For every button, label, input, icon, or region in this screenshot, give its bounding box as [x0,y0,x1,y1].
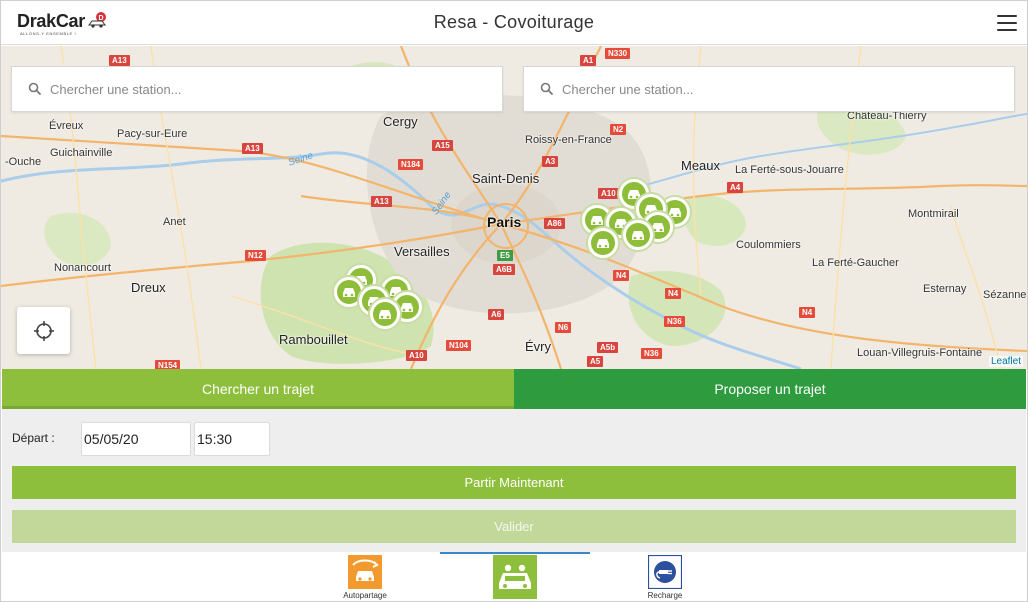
road-shield: N184 [398,159,424,170]
road-shield: E5 [497,250,513,261]
town-label: Saint-Denis [472,171,540,186]
search-icon [28,82,42,96]
town-label: Paris [487,214,522,230]
trip-form: Départ : 05/05/20 15:30 Partir Maintenan… [2,409,1026,552]
departure-label: Départ : [12,431,55,445]
carpool-car-icon [343,288,355,297]
town-label: Anet [163,216,186,228]
search-station-to[interactable] [523,66,1015,112]
town-label: Versailles [394,244,450,259]
top-header: DrakCar D ALLONS-Y ENSEMBLE ! Resa - Cov… [1,1,1027,45]
station-marker[interactable] [586,226,620,260]
town-label: Roissy-en-France [525,134,612,146]
town-label: Dreux [131,280,166,295]
road-shield: A10 [598,188,619,199]
road-shield: A4 [727,182,744,193]
town-label: Sézanne [983,289,1027,301]
town-label: La Ferté-sous-Jouarre [735,164,844,176]
road-shield: N4 [613,270,630,281]
town-label: Meaux [681,158,721,173]
search-input-to[interactable] [562,81,982,97]
carpool-icon [493,555,537,599]
nav-label: Autopartage [343,591,387,600]
road-shield: A10 [406,350,427,361]
bottom-nav: Autopartage Recharge [1,552,1027,601]
town-label: Cergy [383,114,418,129]
road-shield: A3 [542,156,559,167]
charging-plug-icon [648,555,682,589]
town-label: La Ferté-Gaucher [812,257,899,269]
car-share-icon [348,555,382,589]
departure-date-field[interactable]: 05/05/20 [81,422,191,456]
carpool-car-icon [379,310,391,319]
nav-label: Recharge [647,591,683,600]
road-shield: A15 [432,140,453,151]
tab-propose-trip[interactable]: Proposer un trajet [514,369,1026,409]
road-shield: A1 [580,55,597,66]
road-shield: N4 [799,307,816,318]
crosshair-icon [33,320,54,341]
town-label: Louan-Villegruis-Fontaine [857,347,983,359]
leave-now-button[interactable]: Partir Maintenant [12,466,1016,499]
app-frame: DrakCar D ALLONS-Y ENSEMBLE ! Resa - Cov… [0,0,1028,602]
trip-tabs: Chercher un trajet Proposer un trajet [2,369,1026,409]
road-shield: A13 [242,143,263,154]
road-shield: N104 [446,340,472,351]
nav-autopartage[interactable]: Autopartage [290,552,440,601]
station-marker[interactable] [368,297,402,331]
road-shield: A6B [493,264,516,275]
road-shield: N36 [641,348,662,359]
town-label: Évreux [49,120,84,132]
road-shield: A5 [587,356,604,367]
road-shield: N36 [664,316,685,327]
road-shield: N4 [665,288,682,299]
road-shield: N12 [245,250,266,261]
carpool-car-icon [632,231,644,240]
station-marker[interactable] [621,218,655,252]
nav-recharge[interactable]: Recharge [590,552,740,601]
town-label: -Ouche [5,156,42,168]
road-shield: A13 [371,196,392,207]
departure-time-field[interactable]: 15:30 [194,422,270,456]
map-view[interactable]: Évreux Pacy-sur-Eure Guichainville -Ouch… [1,46,1027,369]
nav-covoiturage[interactable] [440,552,590,601]
town-label: Évry [525,339,551,354]
road-shield: A5b [597,342,619,353]
carpool-car-icon [597,239,609,248]
road-shield: N154 [155,360,181,369]
town-label: Esternay [923,283,967,295]
search-icon [540,82,554,96]
town-label: Montmirail [908,208,959,220]
town-label: Coulommiers [736,239,801,251]
page-title: Resa - Covoiturage [433,12,595,32]
locate-me-button[interactable] [17,307,70,354]
validate-button[interactable]: Valider [12,510,1016,543]
road-shield: A86 [544,218,565,229]
town-label: Rambouillet [279,332,348,347]
search-station-from[interactable] [11,66,503,112]
town-label: Nonancourt [54,262,111,274]
town-label: Guichainville [50,147,113,159]
hamburger-icon[interactable] [997,15,1017,31]
road-shield: A13 [109,55,130,66]
road-shield: N6 [555,322,572,333]
carpool-car-icon [591,216,603,225]
town-label: Pacy-sur-Eure [117,128,188,140]
map-attribution-link[interactable]: Leaflet [988,356,1023,367]
search-input-from[interactable] [50,81,470,97]
tab-search-trip[interactable]: Chercher un trajet [2,369,514,409]
road-shield: A6 [488,309,505,320]
road-shield: N2 [610,124,627,135]
road-shield: N330 [605,48,631,59]
